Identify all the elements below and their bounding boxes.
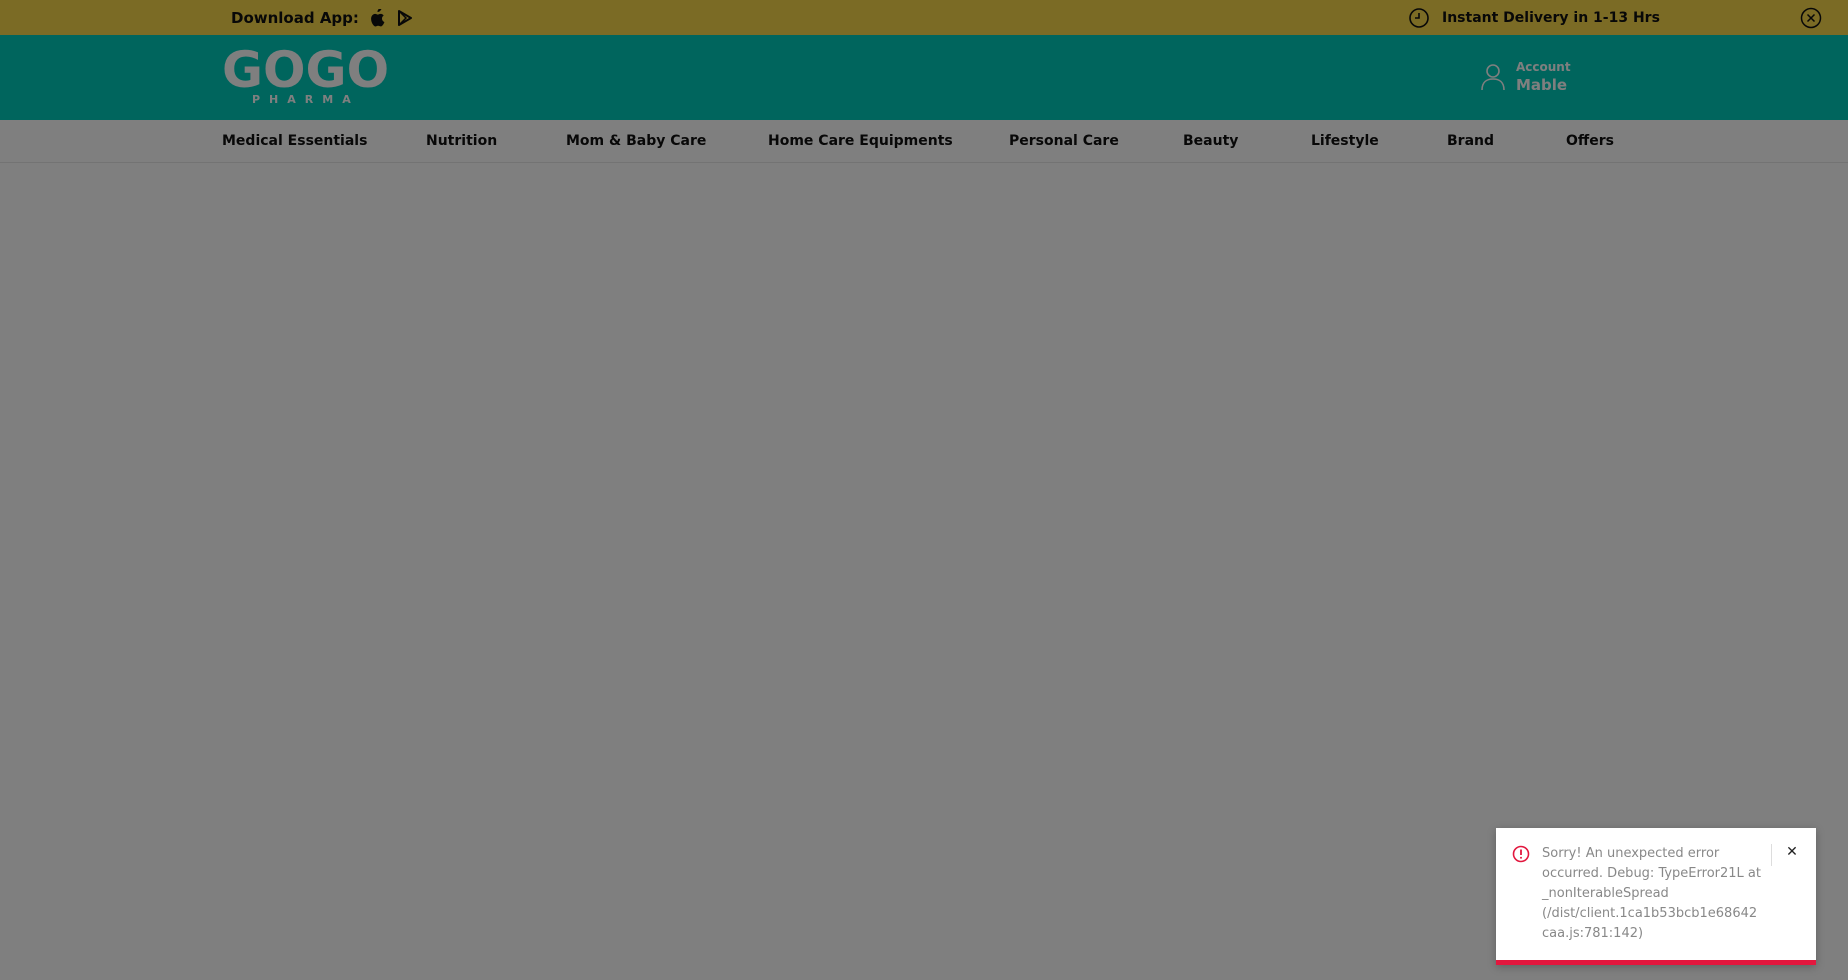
error-circle-icon — [1512, 845, 1530, 863]
error-toast: Sorry! An unexpected error occurred. Deb… — [1496, 828, 1816, 965]
error-message: Sorry! An unexpected error occurred. Deb… — [1542, 846, 1761, 941]
close-icon[interactable]: ✕ — [1780, 840, 1804, 864]
toast-divider — [1771, 844, 1772, 866]
toast-progress-bar — [1496, 960, 1816, 965]
